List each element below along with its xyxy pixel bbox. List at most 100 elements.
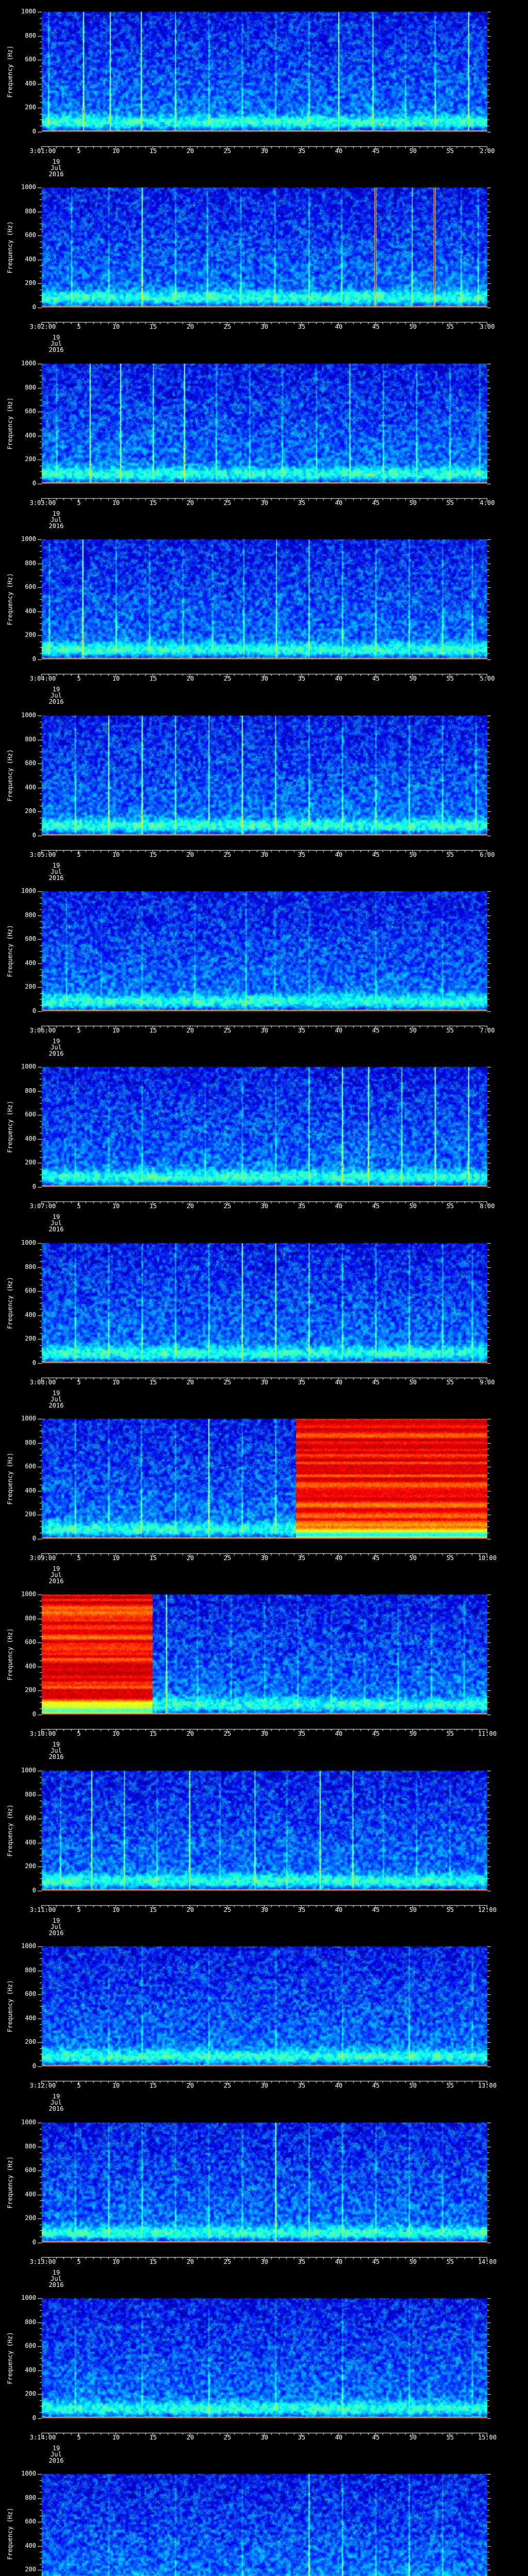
x-tick-label: 20 xyxy=(186,2433,194,2441)
x-tick-label: 45 xyxy=(372,1378,380,1386)
x-tick-label: 5 xyxy=(77,1202,81,1210)
spectrogram-panel: Frequency (Hz) 0 200 400 600 800 1000 5 10 15 20 25… xyxy=(0,1055,528,1233)
panel-end-time: 12:00 xyxy=(477,1906,497,1913)
x-tick-label: 5 xyxy=(77,1730,81,1738)
x-tick-label: 5 xyxy=(77,1378,81,1386)
spectrogram-panel: Frequency (Hz) 0 200 400 600 800 1000 5 10 15 20 25… xyxy=(0,1231,528,1409)
y-tick-label: 0 xyxy=(32,1359,36,1366)
spectrogram-panel: Frequency (Hz) 0 200 400 600 800 1000 5 10 15 20 25… xyxy=(0,528,528,705)
y-axis-title: Frequency (Hz) xyxy=(6,2507,14,2560)
y-tick-label: 200 xyxy=(25,1686,36,1694)
y-tick-label: 400 xyxy=(25,1838,36,1846)
y-tick-label: 800 xyxy=(25,911,36,919)
x-tick-label: 50 xyxy=(409,675,417,683)
y-tick-label: 0 xyxy=(32,1710,36,1718)
panel-start-time: 3:04:00 xyxy=(29,675,56,683)
x-tick-label: 45 xyxy=(372,1202,380,1210)
x-tick-label: 55 xyxy=(446,675,454,683)
x-tick-label: 45 xyxy=(372,499,380,506)
x-tick-label: 40 xyxy=(335,499,343,506)
x-tick-label: 30 xyxy=(260,1906,269,1913)
y-tick-label: 600 xyxy=(25,56,36,63)
x-tick-label: 35 xyxy=(298,851,306,858)
x-tick-label: 5 xyxy=(77,675,81,683)
y-axis-title: Frequency (Hz) xyxy=(6,45,14,98)
x-tick-label: 15 xyxy=(149,323,157,331)
y-tick-label: 800 xyxy=(25,1263,36,1270)
y-tick-label: 200 xyxy=(25,2038,36,2046)
x-tick-label: 5 xyxy=(77,1906,81,1913)
y-tick-label: 800 xyxy=(25,1967,36,1974)
x-tick-label: 55 xyxy=(446,1730,454,1738)
x-tick-label: 50 xyxy=(409,499,417,506)
x-tick-label: 50 xyxy=(409,2258,417,2265)
y-tick-label: 200 xyxy=(25,1862,36,1870)
spectrogram-panel: Frequency (Hz) 0 200 400 600 800 1000 5 10 15 20 25… xyxy=(0,351,528,529)
x-tick-label: 20 xyxy=(186,147,194,155)
x-tick-label: 45 xyxy=(372,2433,380,2441)
x-tick-label: 45 xyxy=(372,1026,380,1034)
panel-start-time: 3:12:00 xyxy=(29,2082,56,2090)
x-tick-label: 15 xyxy=(149,851,157,858)
panel-start-time: 3:01:00 xyxy=(29,147,56,155)
y-axis-title: Frequency (Hz) xyxy=(6,221,14,274)
x-tick-label: 10 xyxy=(112,2082,120,2090)
panel-end-time: 6:00 xyxy=(480,851,495,858)
panel-start-time: 3:02:00 xyxy=(29,323,56,331)
x-tick-label: 40 xyxy=(335,1202,343,1210)
y-tick-label: 200 xyxy=(25,455,36,463)
x-tick-label: 35 xyxy=(298,499,306,506)
x-tick-label: 30 xyxy=(260,851,269,858)
y-tick-label: 1000 xyxy=(21,1415,36,1422)
panel-end-time: 4:00 xyxy=(480,499,495,506)
y-tick-label: 600 xyxy=(25,2342,36,2349)
y-tick-label: 200 xyxy=(25,1334,36,1342)
x-tick-label: 25 xyxy=(223,1026,232,1034)
x-tick-label: 10 xyxy=(112,1906,120,1913)
spectrogram-panel: Frequency (Hz) 0 200 400 600 800 1000 5 10 15 20 25… xyxy=(0,1758,528,1936)
y-tick-label: 600 xyxy=(25,2518,36,2526)
x-tick-label: 30 xyxy=(260,323,269,331)
y-tick-label: 1000 xyxy=(21,183,36,191)
x-tick-label: 15 xyxy=(149,2258,157,2265)
x-tick-label: 55 xyxy=(446,323,454,331)
y-tick-label: 0 xyxy=(32,1183,36,1191)
x-tick-label: 40 xyxy=(335,2433,343,2441)
x-tick-label: 55 xyxy=(446,851,454,858)
x-tick-label: 25 xyxy=(223,499,232,506)
y-tick-label: 600 xyxy=(25,583,36,591)
x-tick-label: 20 xyxy=(186,1026,194,1034)
y-tick-label: 600 xyxy=(25,759,36,767)
x-tick-label: 35 xyxy=(298,1906,306,1913)
x-tick-label: 55 xyxy=(446,1554,454,1562)
x-tick-label: 15 xyxy=(149,675,157,683)
x-tick-label: 30 xyxy=(260,499,269,506)
y-tick-label: 200 xyxy=(25,2566,36,2573)
x-tick-label: 30 xyxy=(260,1554,269,1562)
x-tick-label: 40 xyxy=(335,323,343,331)
y-tick-label: 800 xyxy=(25,1615,36,1622)
x-tick-label: 30 xyxy=(260,1730,269,1738)
x-tick-label: 20 xyxy=(186,1554,194,1562)
y-tick-label: 800 xyxy=(25,32,36,39)
x-tick-label: 50 xyxy=(409,1906,417,1913)
x-tick-label: 50 xyxy=(409,323,417,331)
y-axis-title: Frequency (Hz) xyxy=(6,397,14,450)
x-tick-label: 35 xyxy=(298,2433,306,2441)
x-tick-label: 5 xyxy=(77,2258,81,2265)
x-tick-label: 5 xyxy=(77,2082,81,2090)
y-tick-label: 400 xyxy=(25,2014,36,2022)
x-tick-label: 30 xyxy=(260,147,269,155)
x-tick-label: 10 xyxy=(112,323,120,331)
y-tick-label: 400 xyxy=(25,1311,36,1318)
x-tick-label: 40 xyxy=(335,1378,343,1386)
spectrogram-panel: Frequency (Hz) 0 200 400 600 800 1000 5 10 15 20 25… xyxy=(0,1583,528,1760)
y-tick-label: 600 xyxy=(25,1286,36,1294)
x-tick-label: 45 xyxy=(372,1906,380,1913)
y-axis-title: Frequency (Hz) xyxy=(6,1628,14,1681)
x-tick-label: 50 xyxy=(409,1378,417,1386)
x-tick-label: 50 xyxy=(409,2433,417,2441)
x-tick-label: 55 xyxy=(446,1026,454,1034)
y-tick-label: 600 xyxy=(25,2166,36,2174)
x-tick-label: 55 xyxy=(446,499,454,506)
